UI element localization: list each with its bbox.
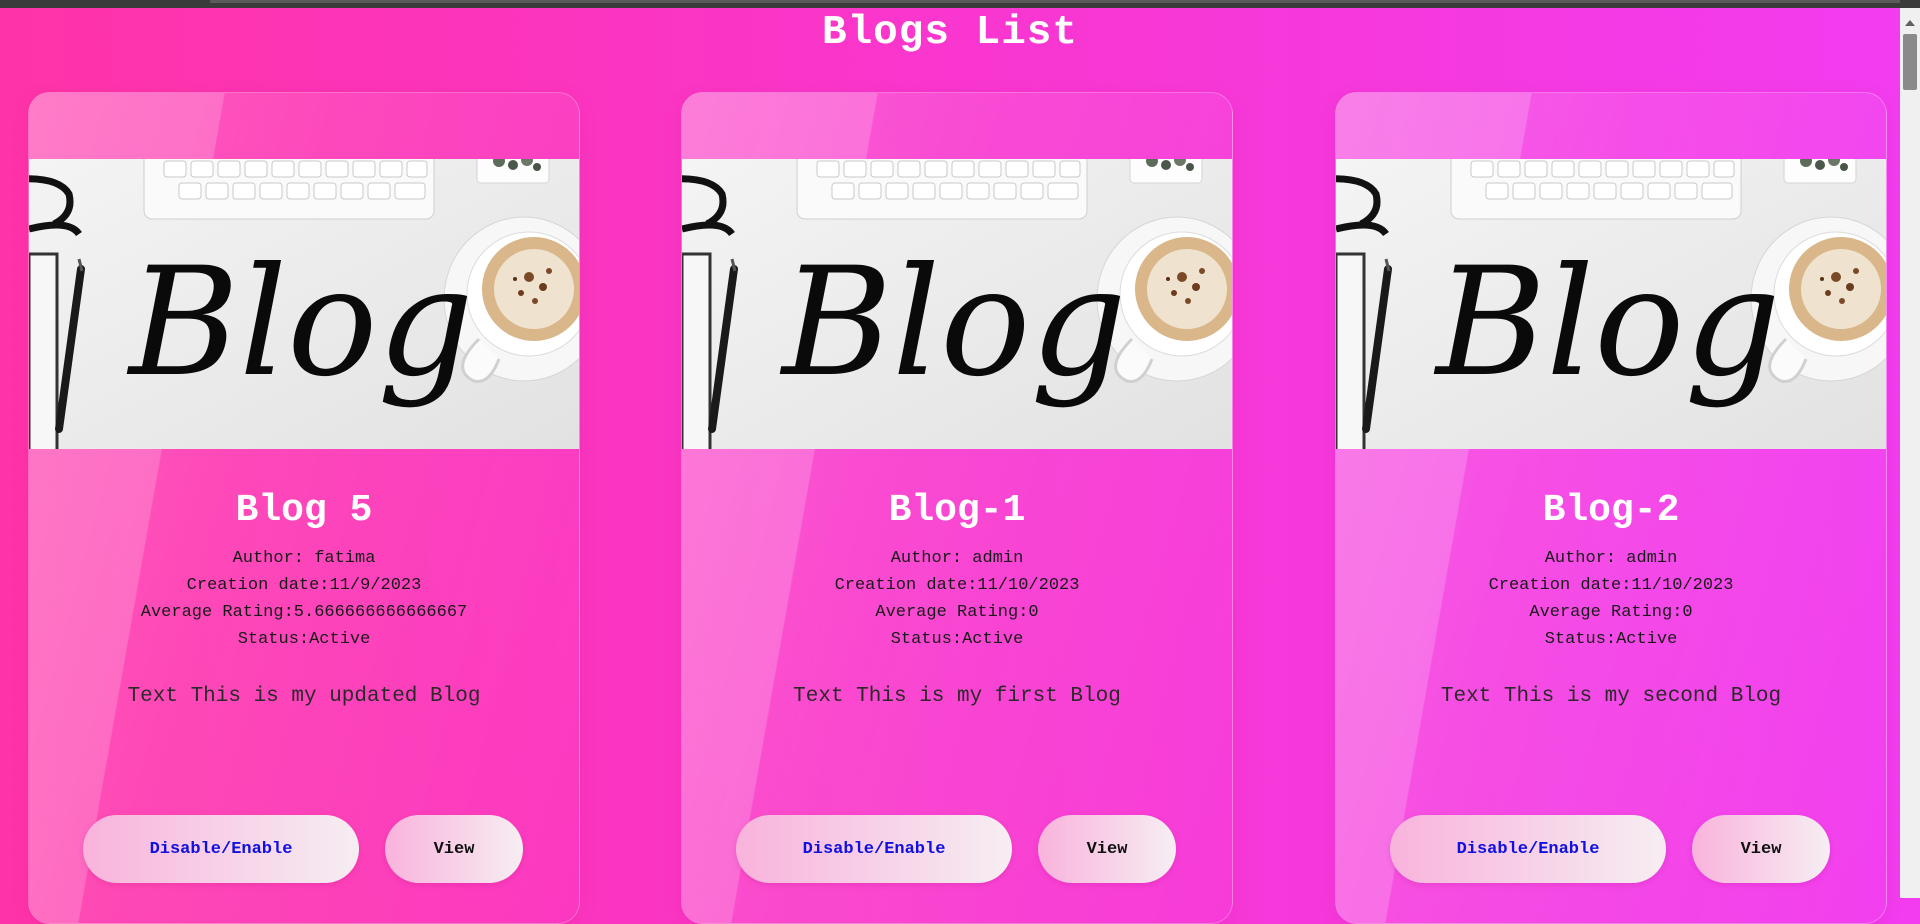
disable-enable-button[interactable]: Disable/Enable [83,815,359,883]
blog-author: Author: fatima [232,549,376,568]
view-button[interactable]: View [1692,815,1830,883]
blog-status: Status:Active [1544,630,1678,649]
notebook-icon [682,252,712,449]
blog-average-rating: Average Rating:0 [1529,603,1693,622]
blog-logo-text: Blog [1433,236,1781,410]
page-title: Blogs List [821,10,1079,56]
view-button[interactable]: View [1038,815,1176,883]
blog-title: Blog 5 [235,489,373,532]
blog-card: Blog Blog-2 Author: admin Creation date:… [1335,92,1887,924]
disable-enable-button[interactable]: Disable/Enable [1390,815,1666,883]
keyboard-icon [1450,159,1742,220]
blog-meta: Author: fatima Creation date:11/9/2023 A… [29,545,579,653]
blog-status: Status:Active [890,630,1024,649]
blog-title: Blog-2 [1542,489,1680,532]
blog-cover-image: Blog [682,159,1232,449]
plant-icon [1783,159,1857,184]
blog-cover-image: Blog [1336,159,1886,449]
keyboard-icon [796,159,1088,220]
blog-logo-text: Blog [779,236,1127,410]
blog-author: Author: admin [1544,549,1678,568]
blog-cover-image: Blog [29,159,579,449]
vertical-scrollbar[interactable] [1900,8,1920,898]
plant-icon [1129,159,1203,184]
blog-average-rating: Average Rating:5.666666666666667 [140,603,468,622]
disable-enable-button[interactable]: Disable/Enable [736,815,1012,883]
blog-creation-date: Creation date:11/10/2023 [1488,576,1734,595]
blog-meta: Author: admin Creation date:11/10/2023 A… [682,545,1232,653]
blog-logo-text: Blog [126,236,474,410]
blog-creation-date: Creation date:11/10/2023 [834,576,1080,595]
keyboard-icon [143,159,435,220]
scroll-up-arrow-icon[interactable] [1905,20,1915,26]
blog-average-rating: Average Rating:0 [875,603,1039,622]
blog-text: Text This is my updated Blog [127,685,481,708]
blog-status: Status:Active [237,630,371,649]
notebook-icon [1336,252,1366,449]
blog-card: Blog Blog-1 Author: admin Creation date:… [681,92,1233,924]
view-button[interactable]: View [385,815,523,883]
blog-meta: Author: admin Creation date:11/10/2023 A… [1336,545,1886,653]
browser-top-bar [0,0,1920,8]
scrollbar-thumb[interactable] [1903,34,1917,90]
blog-creation-date: Creation date:11/9/2023 [186,576,422,595]
blog-text: Text This is my first Blog [793,685,1121,708]
plant-icon [476,159,550,184]
blog-card: Blog Blog 5 Author: fatima Creation date… [28,92,580,924]
blog-author: Author: admin [890,549,1024,568]
blog-text: Text This is my second Blog [1440,685,1782,708]
blog-title: Blog-1 [888,489,1026,532]
notebook-icon [29,252,59,449]
